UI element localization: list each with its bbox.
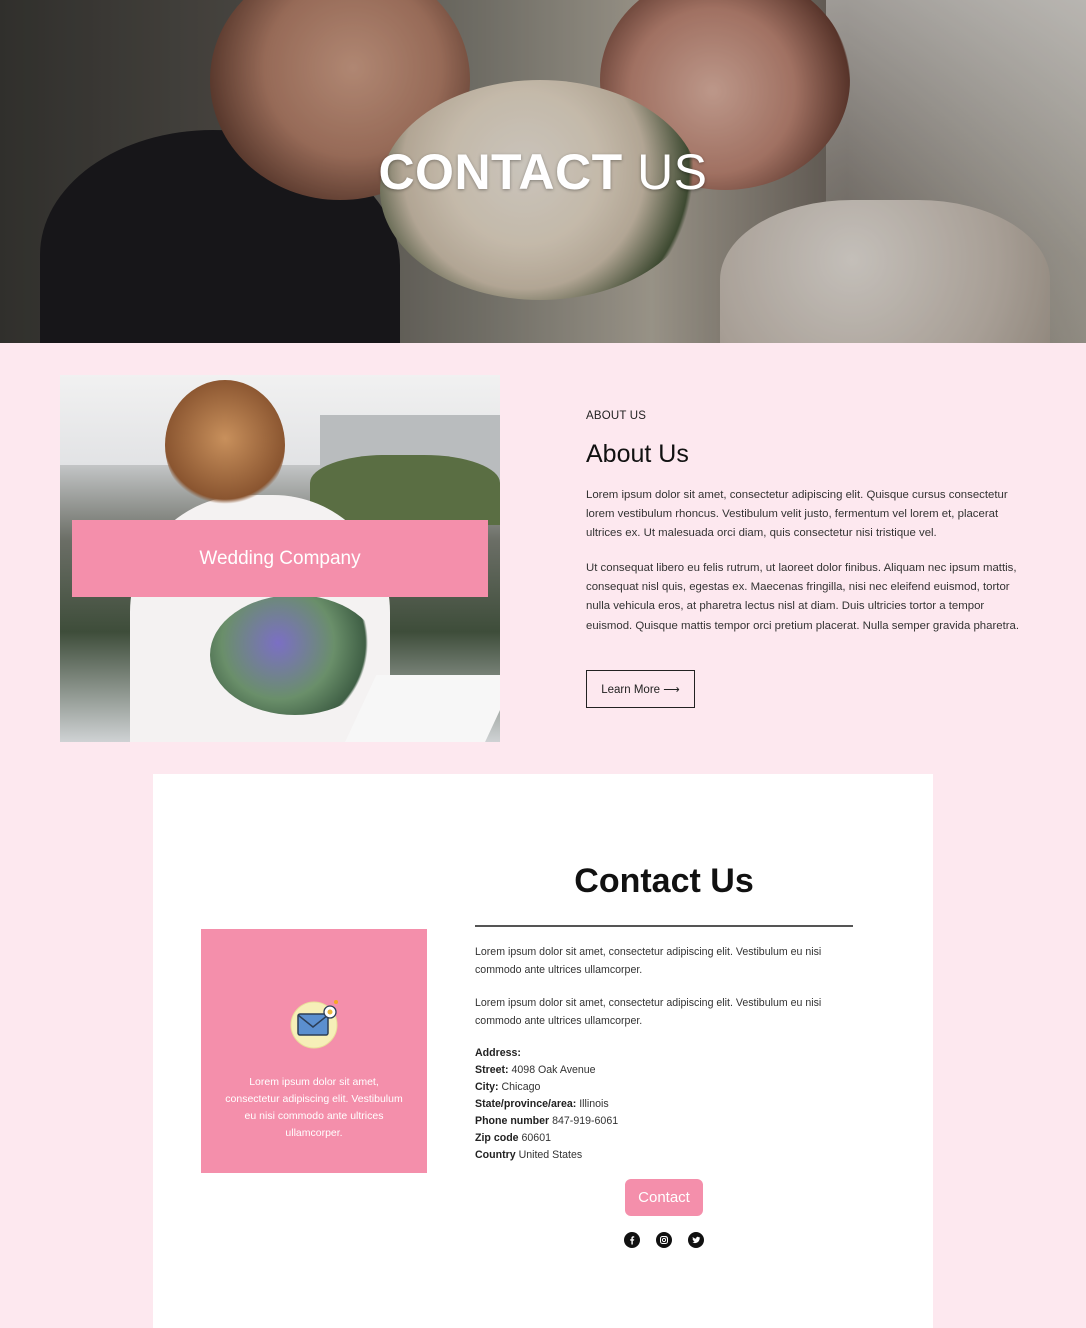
city-label: City:	[475, 1081, 499, 1093]
about-title: About Us	[586, 440, 689, 468]
image-banner: Wedding Company	[72, 520, 488, 597]
address-block: Address: Street: 4098 Oak Avenue City: C…	[475, 1045, 618, 1164]
phone-value: 847-919-6061	[552, 1115, 619, 1127]
contact-info-box-text: Lorem ipsum dolor sit amet, consectetur …	[225, 1076, 403, 1139]
address-heading: Address:	[475, 1047, 521, 1059]
city-value: Chicago	[501, 1081, 541, 1093]
facebook-icon[interactable]	[624, 1232, 640, 1248]
contact-paragraph-2: Lorem ipsum dolor sit amet, consectetur …	[475, 997, 822, 1027]
street-value: 4098 Oak Avenue	[511, 1064, 596, 1076]
zip-label: Zip code	[475, 1132, 519, 1144]
mail-icon	[290, 1000, 338, 1049]
about-eyebrow: ABOUT US	[586, 410, 647, 422]
learn-more-button[interactable]: Learn More ⟶	[586, 670, 695, 708]
about-paragraph-1: Lorem ipsum dolor sit amet, consectetur …	[586, 489, 1008, 540]
state-value: Illinois	[579, 1098, 609, 1110]
hero-banner: CONTACT US	[0, 0, 1086, 343]
twitter-icon[interactable]	[688, 1232, 704, 1248]
about-paragraph-2: Ut consequat libero eu felis rutrum, ut …	[586, 562, 1020, 632]
image-banner-text: Wedding Company	[199, 547, 361, 569]
about-image: Wedding Company	[60, 375, 500, 742]
street-label: Street:	[475, 1064, 509, 1076]
contact-button[interactable]: Contact	[625, 1179, 703, 1216]
contact-paragraph-1: Lorem ipsum dolor sit amet, consectetur …	[475, 946, 822, 976]
instagram-icon[interactable]	[656, 1232, 672, 1248]
state-label: State/province/area:	[475, 1098, 577, 1110]
divider	[475, 925, 853, 927]
country-label: Country	[475, 1149, 516, 1161]
hero-title: CONTACT US	[0, 143, 1086, 201]
phone-label: Phone number	[475, 1115, 550, 1127]
contact-title: Contact Us	[574, 862, 754, 900]
hero-title-bold: CONTACT	[378, 144, 623, 200]
hero-title-light: US	[637, 144, 708, 200]
country-value: United States	[518, 1149, 583, 1161]
zip-value: 60601	[521, 1132, 551, 1144]
